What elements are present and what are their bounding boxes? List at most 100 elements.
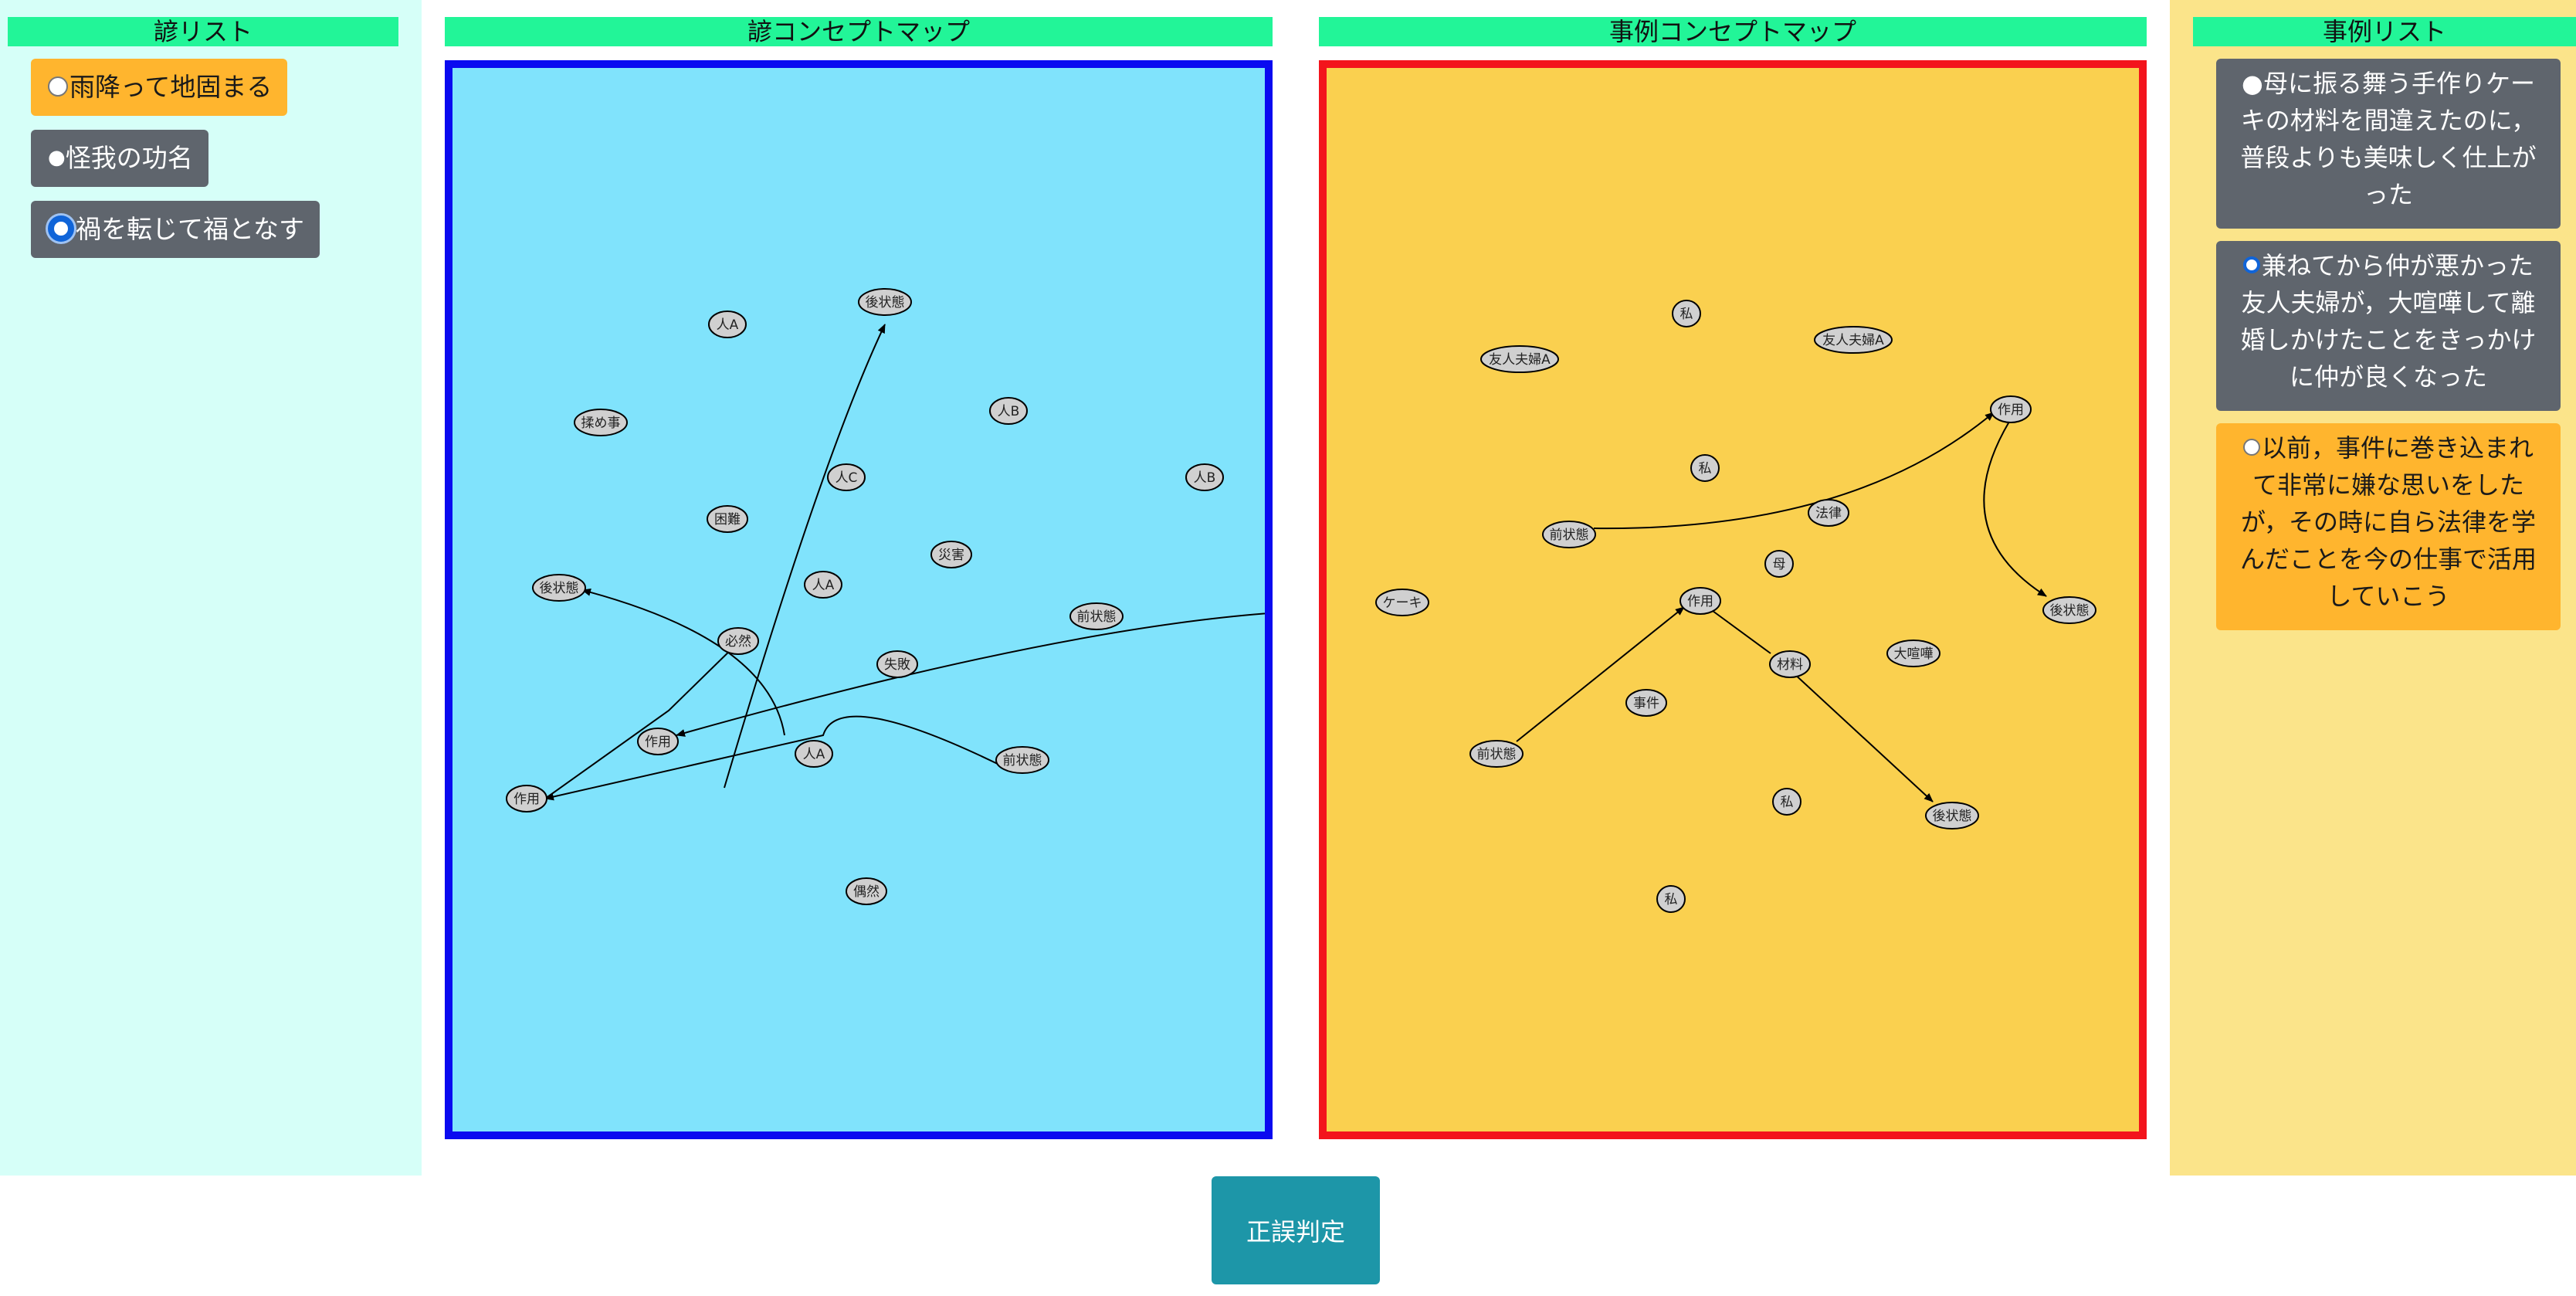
svg-text:偶然: 偶然: [853, 884, 880, 900]
node[interactable]: 人B: [1185, 463, 1224, 491]
svg-text:作用: 作用: [1687, 594, 1713, 609]
bullet-icon: ●: [48, 145, 66, 169]
svg-text:母: 母: [1773, 557, 1786, 572]
node[interactable]: 災害: [930, 541, 972, 568]
case-map-edges: [1516, 412, 2047, 802]
svg-text:人A: 人A: [812, 578, 835, 593]
node[interactable]: 母: [1764, 550, 1794, 578]
edge: [1791, 671, 1934, 802]
node[interactable]: 事件: [1625, 689, 1667, 717]
proverb-item-label: 怪我の功名: [65, 143, 193, 173]
svg-text:後状態: 後状態: [540, 581, 579, 596]
svg-text:作用: 作用: [514, 792, 540, 807]
svg-text:事件: 事件: [1633, 696, 1659, 711]
svg-text:材料: 材料: [1777, 657, 1803, 673]
svg-text:大喧嘩: 大喧嘩: [1894, 646, 1934, 662]
svg-text:前状態: 前状態: [1003, 753, 1042, 768]
node[interactable]: 作用: [1679, 587, 1721, 615]
radio-unchecked-icon[interactable]: [2242, 256, 2260, 273]
svg-text:私: 私: [1665, 892, 1678, 908]
node[interactable]: 人A: [795, 740, 833, 768]
svg-text:作用: 作用: [1998, 402, 2024, 418]
node[interactable]: 後状態: [532, 574, 586, 602]
node[interactable]: 材料: [1769, 650, 1811, 678]
svg-text:私: 私: [1699, 461, 1712, 477]
radio-checked-icon[interactable]: [48, 215, 74, 242]
proverb-item-2[interactable]: 禍を転じて福となす: [31, 201, 320, 258]
case-item-1[interactable]: 兼ねてから仲が悪かった友人夫婦が，大喧嘩して離婚しかけたことをきっかけに仲が良く…: [2216, 241, 2561, 411]
case-map-title: 事例コンセプトマップ: [1319, 17, 2147, 46]
case-list-title: 事例リスト: [2193, 17, 2576, 46]
judge-button[interactable]: 正誤判定: [1212, 1176, 1380, 1284]
node[interactable]: 作用: [637, 728, 679, 755]
node[interactable]: 前状態: [1542, 521, 1596, 548]
svg-text:友人夫婦A: 友人夫婦A: [1489, 352, 1551, 368]
svg-text:災害: 災害: [938, 548, 964, 563]
node[interactable]: 私: [1656, 885, 1686, 913]
proverb-concept-map[interactable]: 人A 後状態 揉め事 人B 人C 人B 困難 災害 後状態 人A 必然 前状態 …: [445, 60, 1273, 1139]
node[interactable]: 人B: [989, 397, 1028, 425]
node[interactable]: 私: [1690, 454, 1720, 482]
node[interactable]: 後状態: [858, 288, 912, 316]
svg-text:後状態: 後状態: [2050, 603, 2090, 619]
case-concept-map[interactable]: 私 友人夫婦A 友人夫婦A 作用 私 法律 前状態 母 ケーキ 作用 後状態 材…: [1319, 60, 2147, 1139]
proverb-map-canvas[interactable]: 人A 後状態 揉め事 人B 人C 人B 困難 災害 後状態 人A 必然 前状態 …: [452, 68, 1265, 1131]
node[interactable]: 作用: [506, 785, 547, 813]
edge: [724, 324, 886, 789]
radio-unchecked-icon[interactable]: [2242, 439, 2260, 456]
case-item-2[interactable]: 以前，事件に巻き込まれて非常に嫌な思いをしたが，その時に自ら法律を学んだことを今…: [2216, 423, 2561, 630]
proverb-list-panel: 諺リスト 雨降って地固まる ●怪我の功名 禍を転じて福となす: [0, 0, 422, 1176]
svg-text:失敗: 失敗: [884, 657, 910, 673]
node[interactable]: 私: [1672, 300, 1701, 327]
proverb-item-0[interactable]: 雨降って地固まる: [31, 59, 288, 116]
svg-text:私: 私: [1781, 795, 1794, 810]
edge: [544, 715, 1003, 801]
node[interactable]: 必然: [717, 627, 759, 655]
node[interactable]: 後状態: [1925, 802, 1979, 830]
node[interactable]: 人C: [827, 463, 866, 491]
svg-text:人B: 人B: [1194, 470, 1216, 486]
node[interactable]: 失敗: [876, 650, 918, 678]
node[interactable]: 私: [1772, 788, 1802, 816]
node[interactable]: 前状態: [1069, 602, 1124, 630]
node[interactable]: 大喧嘩: [1886, 640, 1940, 667]
svg-text:前状態: 前状態: [1077, 609, 1117, 625]
svg-text:後状態: 後状態: [1933, 809, 1972, 824]
node[interactable]: 作用: [1990, 395, 2032, 423]
node[interactable]: 人A: [708, 310, 747, 338]
node[interactable]: ケーキ: [1375, 589, 1429, 616]
svg-text:人A: 人A: [717, 317, 739, 333]
svg-text:ケーキ: ケーキ: [1383, 595, 1422, 611]
node[interactable]: 後状態: [2042, 596, 2096, 624]
case-map-canvas[interactable]: 私 友人夫婦A 友人夫婦A 作用 私 法律 前状態 母 ケーキ 作用 後状態 材…: [1327, 68, 2139, 1131]
edge: [1593, 412, 1995, 530]
node[interactable]: 揉め事: [574, 409, 628, 436]
svg-text:人B: 人B: [998, 404, 1020, 419]
node[interactable]: 友人夫婦A: [1814, 326, 1893, 354]
case-item-label: ●母に振る舞う手作りケーキの材料を間違えたのに，普段よりも美味しく仕上がった: [2240, 69, 2537, 209]
case-item-0[interactable]: ●母に振る舞う手作りケーキの材料を間違えたのに，普段よりも美味しく仕上がった: [2216, 59, 2561, 229]
node[interactable]: 法律: [1808, 499, 1849, 527]
proverb-map-title: 諺コンセプトマップ: [445, 17, 1273, 46]
node[interactable]: 前状態: [995, 746, 1049, 774]
case-map-nodes[interactable]: 私 友人夫婦A 友人夫婦A 作用 私 法律 前状態 母 ケーキ 作用 後状態 材…: [1375, 300, 2096, 913]
proverb-item-label: 禍を転じて福となす: [76, 214, 305, 244]
svg-text:人C: 人C: [836, 470, 858, 486]
svg-text:必然: 必然: [725, 634, 751, 650]
svg-text:私: 私: [1680, 307, 1693, 322]
node[interactable]: 困難: [707, 505, 748, 533]
node[interactable]: 偶然: [846, 877, 887, 905]
proverb-map-nodes[interactable]: 人A 後状態 揉め事 人B 人C 人B 困難 災害 後状態 人A 必然 前状態 …: [506, 288, 1224, 905]
edge: [1983, 421, 2047, 597]
proverb-item-label: 雨降って地固まる: [69, 72, 273, 102]
svg-text:前状態: 前状態: [1550, 528, 1589, 543]
svg-text:困難: 困難: [714, 512, 741, 528]
node[interactable]: 人A: [804, 571, 842, 599]
svg-text:前状態: 前状態: [1477, 747, 1517, 762]
node[interactable]: 前状態: [1469, 740, 1524, 768]
proverb-item-1[interactable]: ●怪我の功名: [31, 130, 208, 187]
radio-unchecked-icon[interactable]: [48, 76, 68, 97]
case-item-label: 以前，事件に巻き込まれて非常に嫌な思いをしたが，その時に自ら法律を学んだことを今…: [2239, 433, 2537, 611]
case-concept-map-panel: 事例コンセプトマップ 私 友人夫婦A 友人夫婦A 作用 私 法律 前状態 母 ケ…: [1319, 0, 2147, 1176]
node[interactable]: 友人夫婦A: [1480, 345, 1559, 373]
